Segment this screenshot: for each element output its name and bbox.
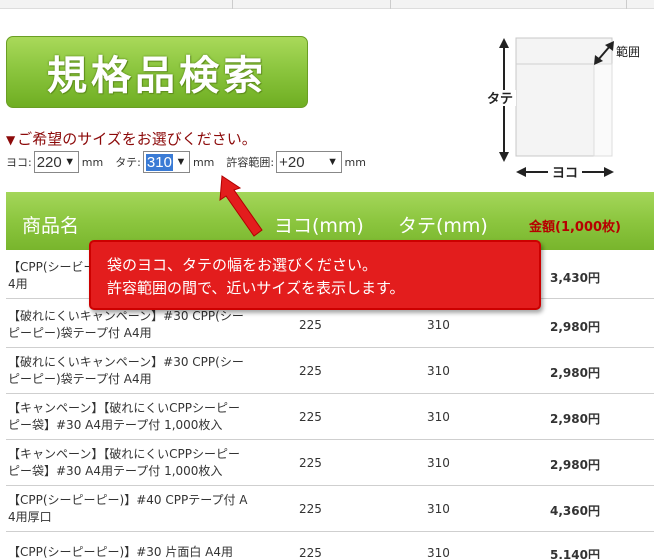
arrow-left-icon — [516, 167, 526, 177]
row-price: 2,980円 — [550, 458, 600, 472]
divider — [390, 0, 391, 9]
page-title: 規格品検索 — [47, 53, 267, 99]
callout-pointer-icon — [219, 175, 263, 237]
table-row[interactable]: 【キャンペーン】【破れにくいCPPシーピー ピー袋】#30 A4用テープ付 1,0… — [6, 394, 654, 440]
header-name: 商品名 — [22, 215, 80, 237]
row-width: 225 — [299, 364, 322, 378]
instruction-text: ご希望のサイズをお選びください。 — [17, 130, 257, 148]
row-price: 4,360円 — [550, 504, 600, 518]
callout-line-2: 許容範囲の間で、近いサイズを表示します。 — [107, 279, 405, 297]
arrow-right-icon — [604, 167, 614, 177]
diagram-height-label: タテ — [487, 92, 513, 107]
divider — [232, 0, 233, 9]
row-width: 225 — [299, 546, 322, 559]
row-height: 310 — [427, 364, 450, 378]
table-row[interactable]: 【CPP(シーピーピー)】#40 CPPテープ付 A 4用厚口 225 310 4… — [6, 486, 654, 532]
chevron-down-icon: ▼ — [64, 156, 76, 168]
row-height: 310 — [427, 546, 450, 559]
height-select-value: 310 — [145, 153, 173, 171]
row-height: 310 — [427, 318, 450, 332]
product-name: 【破れにくいキャンペーン】#30 CPP(シー ピーピー)袋テープ付 A4用 — [8, 355, 244, 386]
row-price: 2,980円 — [550, 320, 600, 334]
row-height: 310 — [427, 502, 450, 516]
row-width: 225 — [299, 318, 322, 332]
bag-size-diagram: タテ ヨコ 範囲 — [486, 37, 640, 181]
size-controls: ヨコ: 220 ▼ mm タテ: 310 ▼ mm 許容範囲: +20 ▼ mm — [6, 150, 378, 174]
tolerance-select-value: +20 — [279, 153, 305, 171]
width-select-value: 220 — [36, 153, 62, 171]
row-height: 310 — [427, 410, 450, 424]
width-unit: mm — [81, 155, 104, 169]
row-width: 225 — [299, 410, 322, 424]
arrow-up-icon — [499, 38, 509, 48]
product-name: 【CPP(シーピーピー)】#30 片面白 A4用 — [8, 545, 234, 559]
product-name: 【キャンペーン】【破れにくいCPPシーピー ピー袋】#30 A4用テープ付 1,0… — [8, 401, 241, 432]
diagram-range-label: 範囲 — [616, 44, 640, 59]
tolerance-area — [593, 63, 613, 157]
product-name: 【キャンペーン】【破れにくいCPPシーピー ピー袋】#30 A4用テープ付 1,0… — [8, 447, 241, 478]
row-width: 225 — [299, 502, 322, 516]
diagram-width-label: ヨコ — [552, 166, 578, 181]
product-name: 【破れにくいキャンペーン】#30 CPP(シー ピーピー)袋テープ付 A4用 — [8, 309, 244, 340]
divider — [626, 0, 627, 9]
tolerance-unit: mm — [344, 155, 366, 169]
tolerance-label: 許容範囲: — [226, 156, 275, 169]
width-select[interactable]: 220 ▼ — [33, 151, 79, 173]
header-width: ヨコ(mm) — [274, 215, 364, 237]
page-title-banner: 規格品検索 — [6, 36, 308, 108]
row-price: 5,140円 — [550, 548, 600, 559]
row-price: 2,980円 — [550, 366, 600, 380]
size-instruction: ▼ ご希望のサイズをお選びください。 — [6, 128, 257, 149]
row-price: 3,430円 — [550, 271, 600, 285]
tolerance-select[interactable]: +20 ▼ — [276, 151, 342, 173]
triangle-down-icon: ▼ — [6, 133, 16, 147]
chevron-down-icon: ▼ — [327, 156, 338, 168]
row-price: 2,980円 — [550, 412, 600, 426]
table-row[interactable]: 【CPP(シーピーピー)】#30 片面白 A4用 225 310 5,140円 — [6, 532, 654, 559]
height-label: タテ: — [115, 156, 141, 169]
row-height: 310 — [427, 456, 450, 470]
row-width: 225 — [299, 456, 322, 470]
arrow-down-icon — [499, 152, 509, 162]
callout-line-1: 袋のヨコ、タテの幅をお選びください。 — [107, 256, 378, 274]
top-strip — [0, 0, 654, 9]
height-select[interactable]: 310 ▼ — [142, 151, 190, 173]
table-row[interactable]: 【破れにくいキャンペーン】#30 CPP(シー ピーピー)袋テープ付 A4用 22… — [6, 348, 654, 394]
table-row[interactable]: 【キャンペーン】【破れにくいCPPシーピー ピー袋】#30 A4用テープ付 1,0… — [6, 440, 654, 486]
help-callout: 袋のヨコ、タテの幅をお選びください。 許容範囲の間で、近いサイズを表示します。 — [89, 240, 541, 310]
header-price: 金額(1,000枚) — [529, 220, 622, 235]
product-name: 【CPP(シーピーピー)】#40 CPPテープ付 A 4用厚口 — [8, 493, 248, 524]
chevron-down-icon: ▼ — [175, 156, 187, 168]
height-unit: mm — [192, 155, 215, 169]
header-height: タテ(mm) — [398, 215, 488, 237]
width-label: ヨコ: — [6, 156, 32, 169]
